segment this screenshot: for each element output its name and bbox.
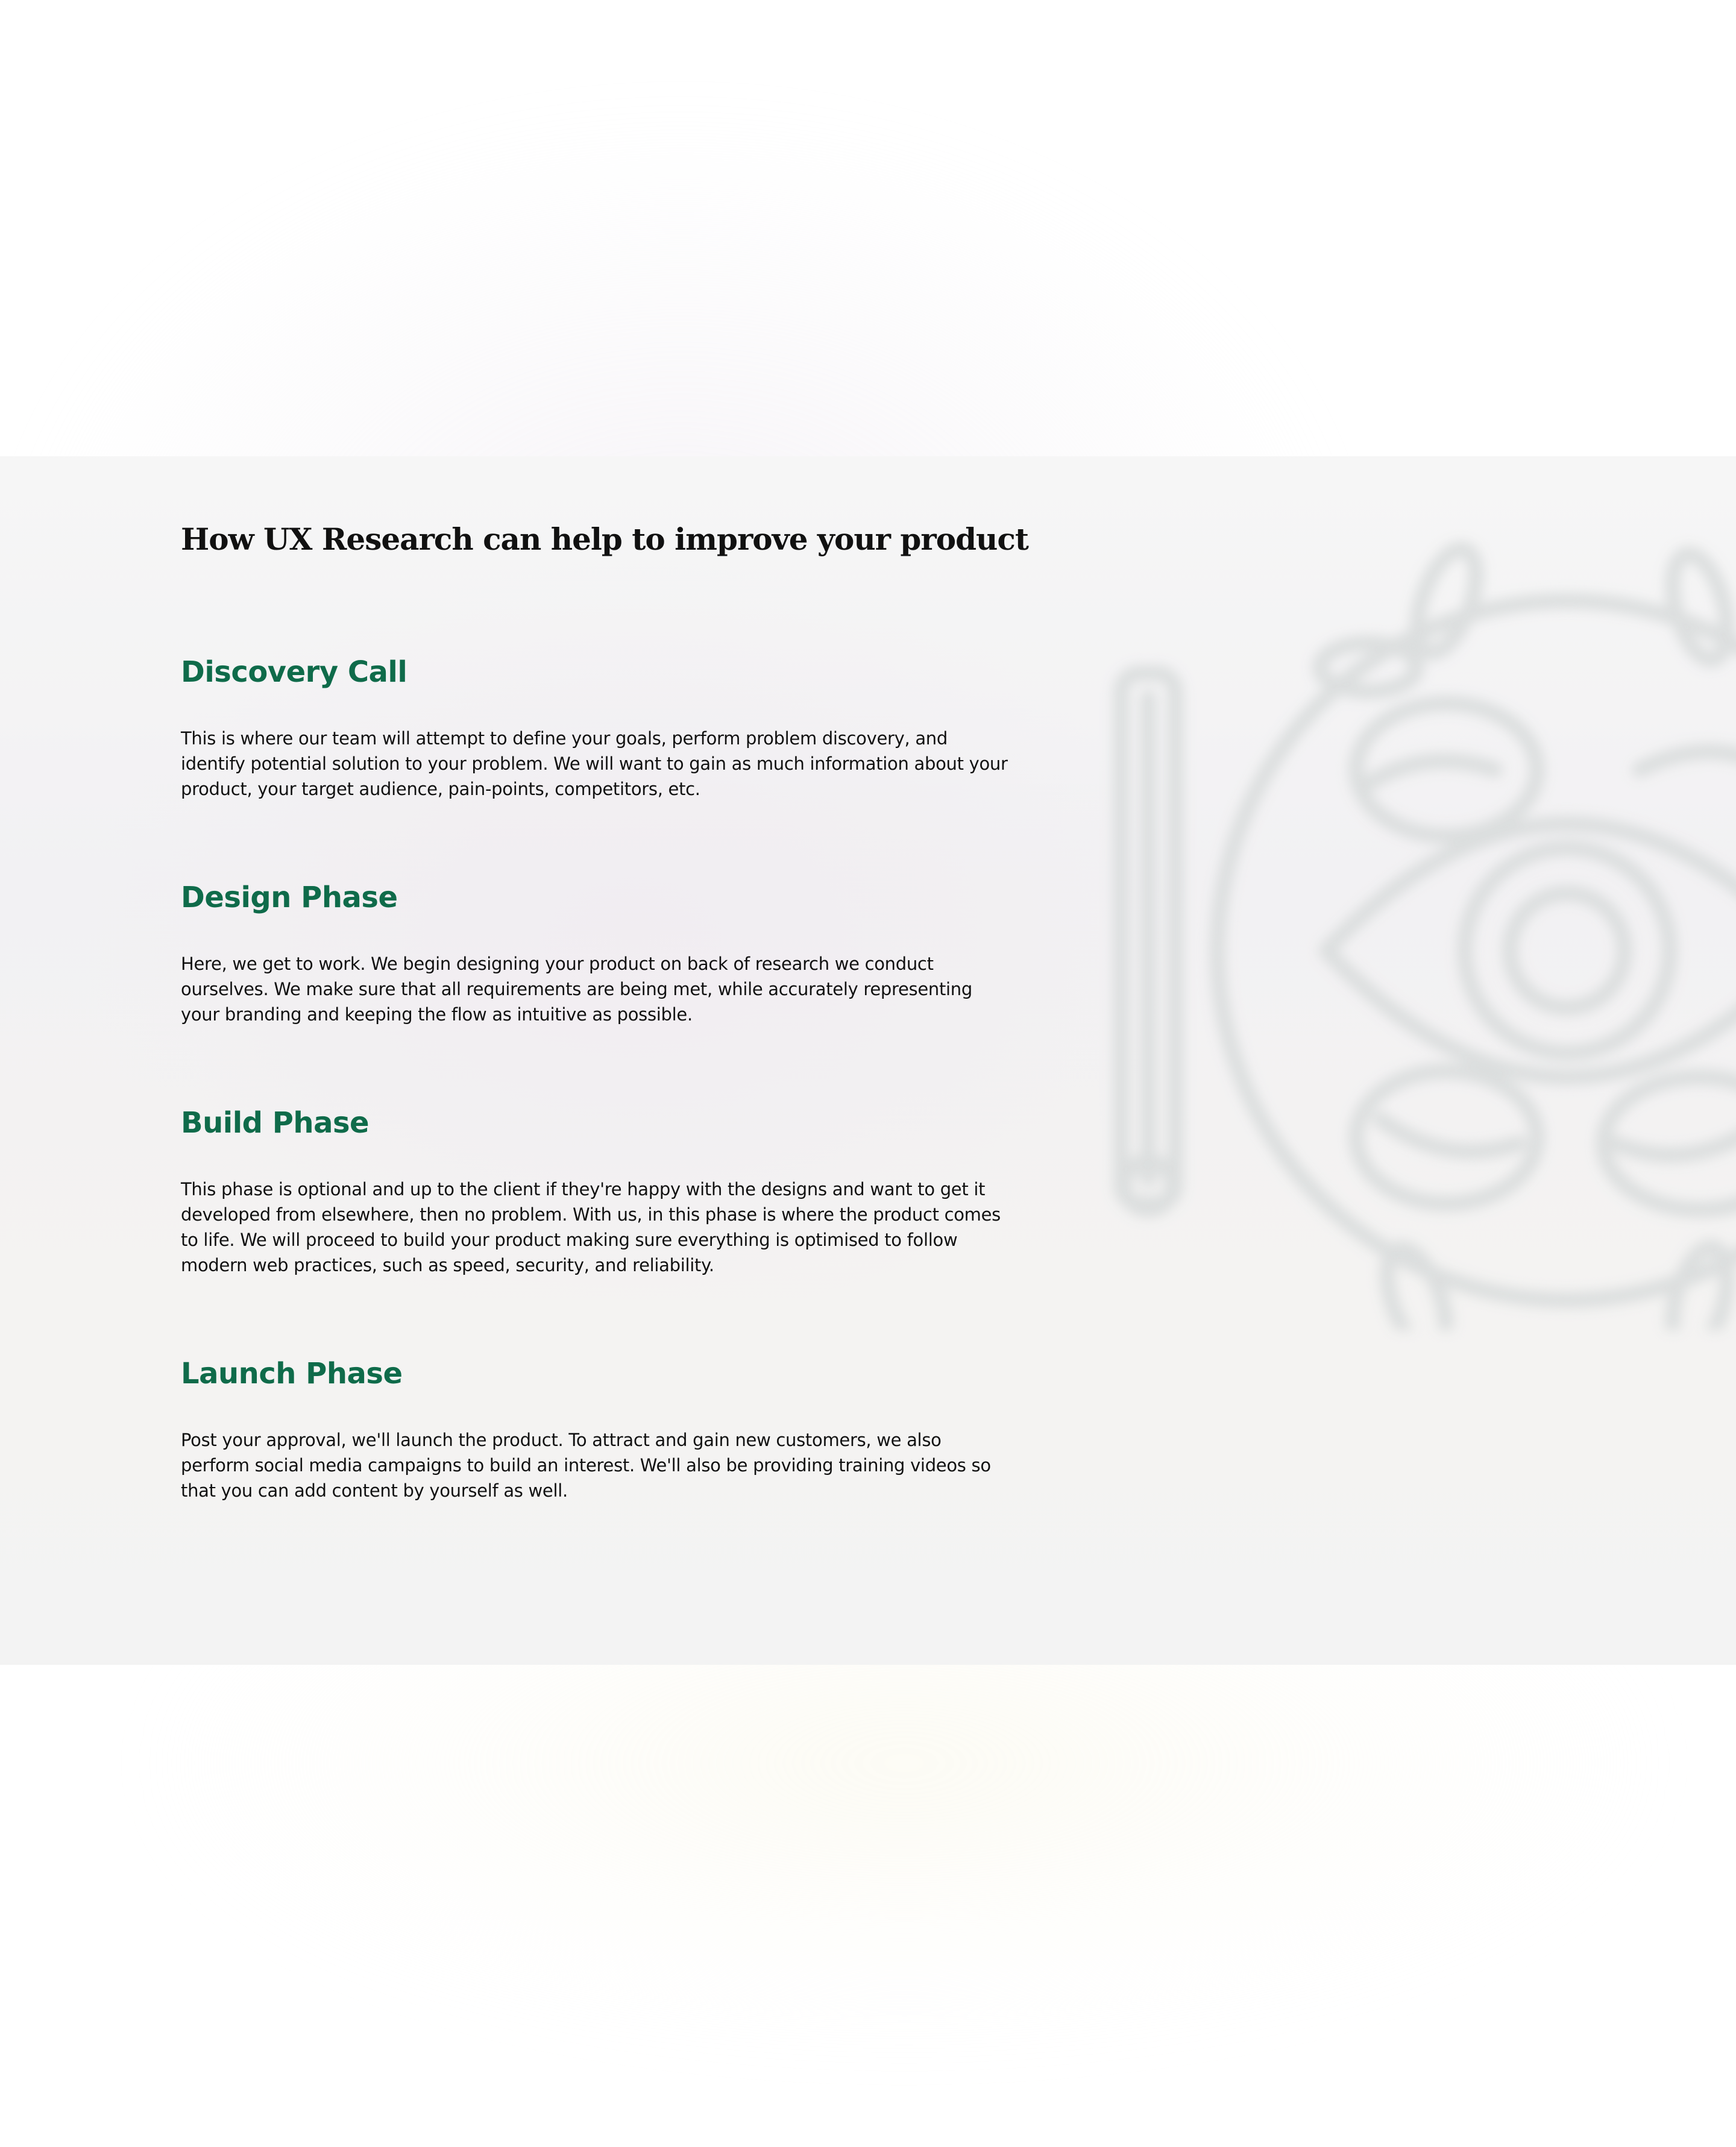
eye-research-icon	[1113, 541, 1736, 1330]
phase-title-discovery-call: Discovery Call	[181, 655, 407, 689]
phase-title-design-phase: Design Phase	[181, 881, 398, 914]
page-title: How UX Research can help to improve your…	[181, 521, 1029, 557]
phase-title-launch-phase: Launch Phase	[181, 1357, 403, 1391]
phase-title-build-phase: Build Phase	[181, 1106, 370, 1140]
ux-research-section: How UX Research can help to improve your…	[0, 456, 1736, 1665]
phase-body-launch-phase: Post your approval, we'll launch the pro…	[181, 1430, 991, 1501]
phase-body-discovery-call: This is where our team will attempt to d…	[181, 728, 1008, 799]
phase-body-build-phase: This phase is optional and up to the cli…	[181, 1179, 1001, 1275]
phase-body-design-phase: Here, we get to work. We begin designing…	[181, 954, 972, 1025]
